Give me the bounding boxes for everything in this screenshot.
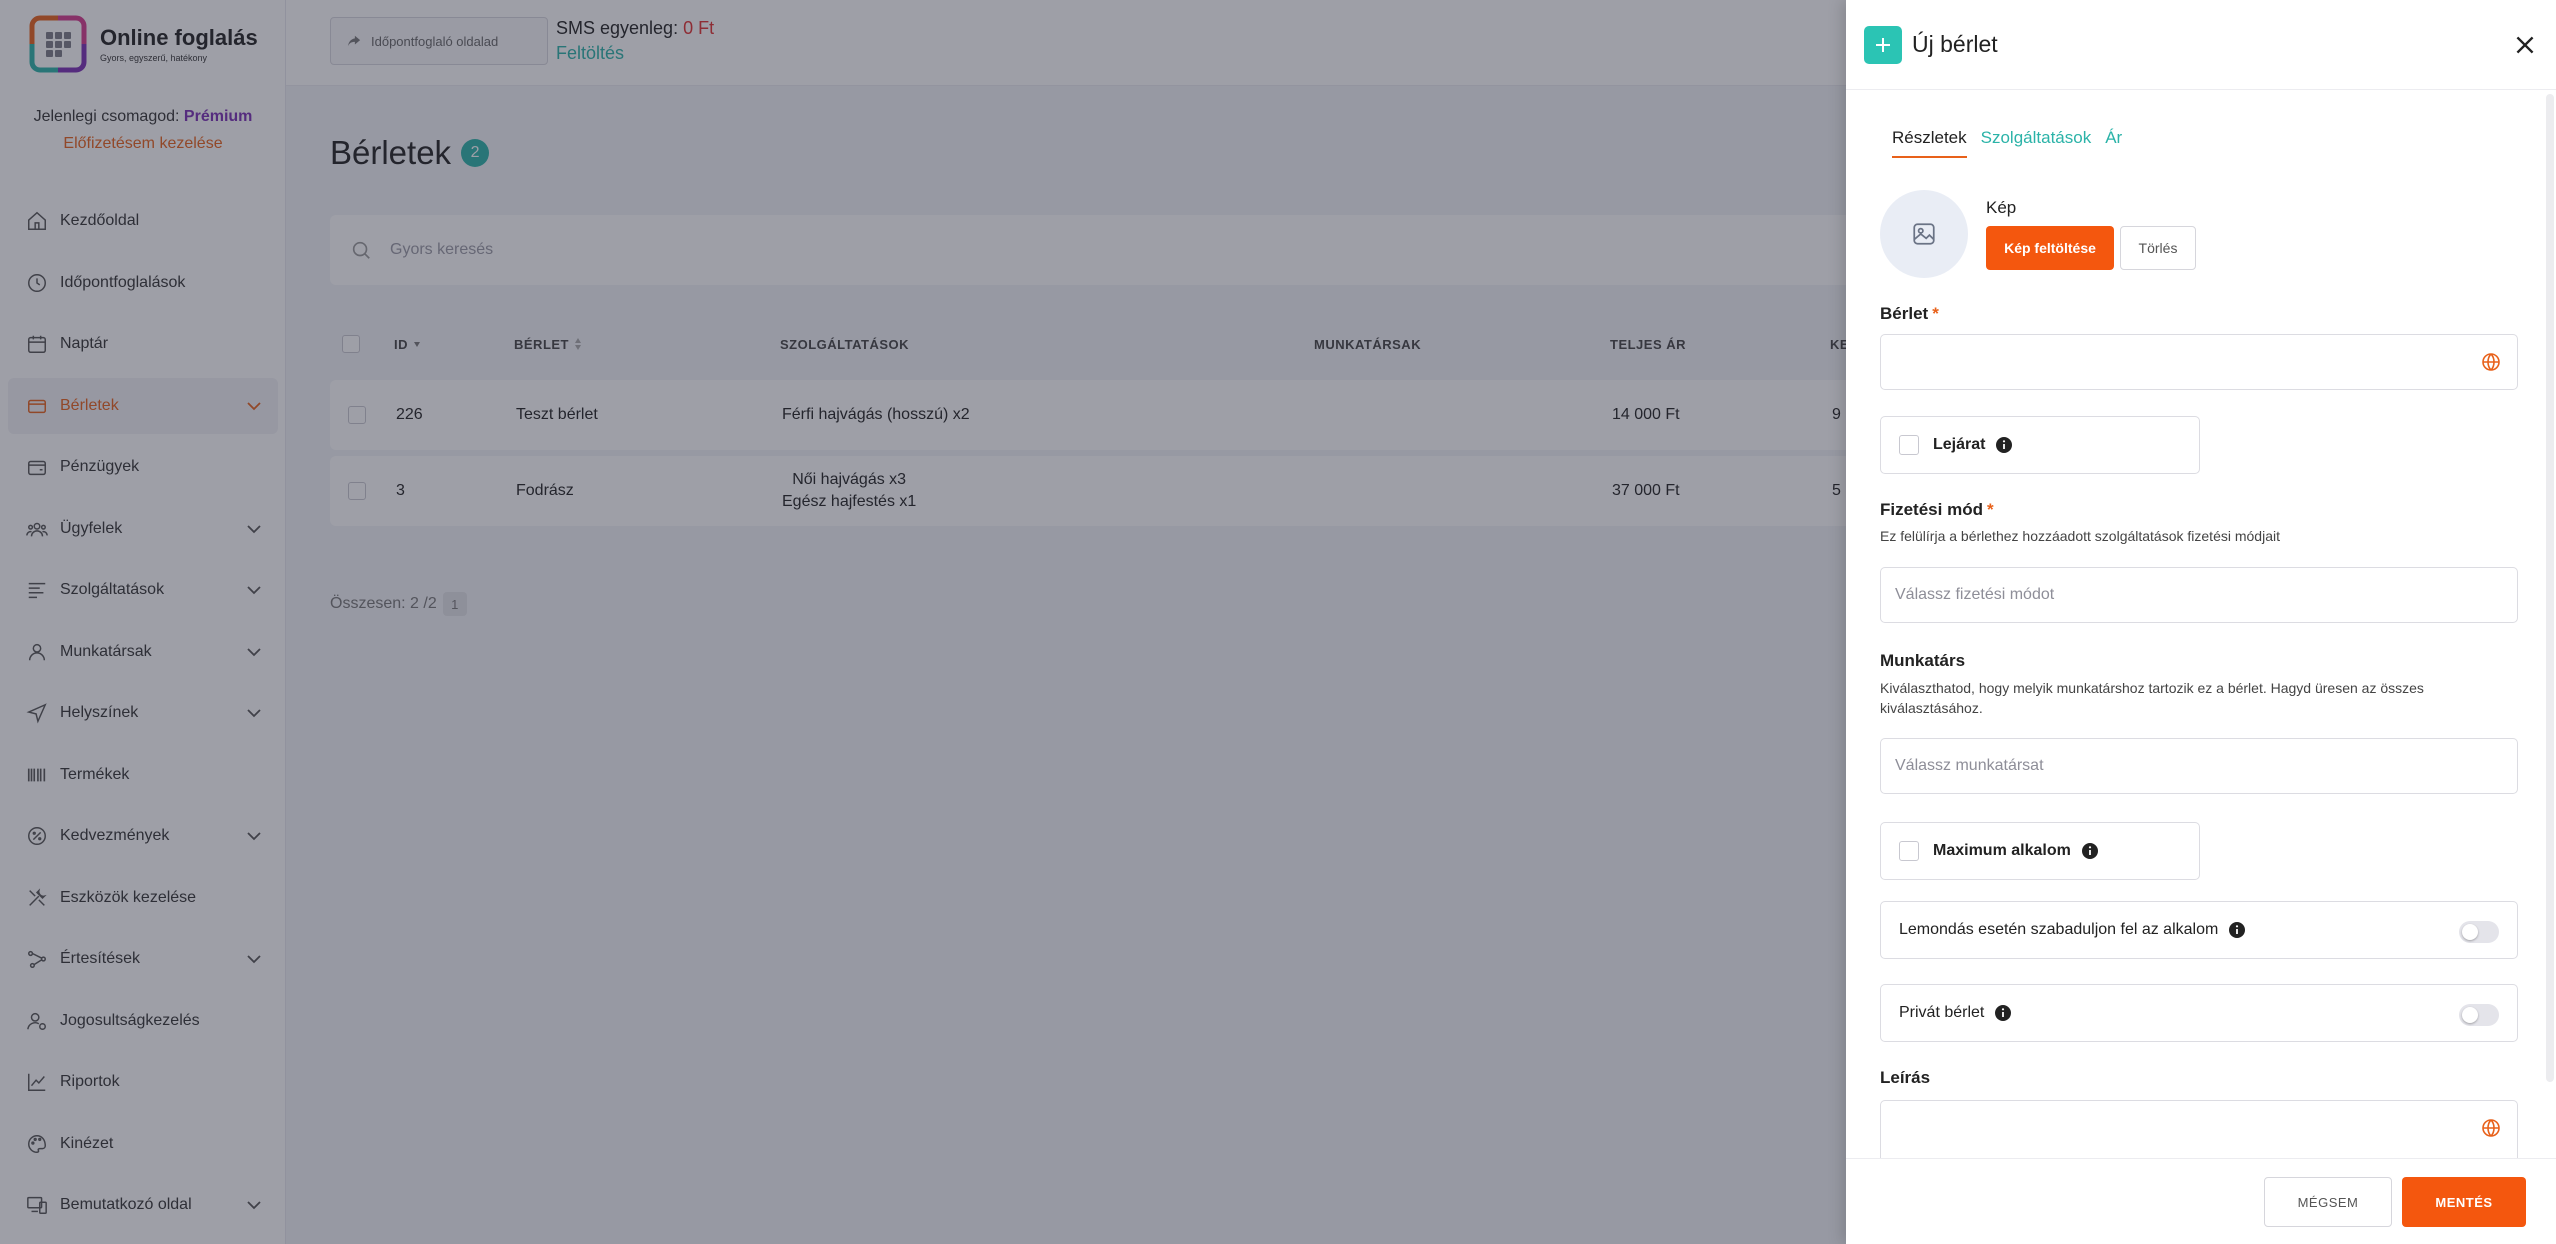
- cancel-free-label: Lemondás esetén szabaduljon fel az alkal…: [1899, 921, 2219, 938]
- drawer-title: Új bérlet: [1912, 31, 1998, 57]
- staff-select[interactable]: Válassz munkatársat: [1880, 738, 2518, 794]
- max-occasions-checkbox[interactable]: Maximum alkalom: [1880, 822, 2200, 880]
- drawer-tabs: Részletek Szolgáltatások Ár: [1892, 128, 2136, 158]
- private-pass-toggle-row: Privát bérlet: [1880, 984, 2518, 1042]
- globe-icon[interactable]: [2481, 352, 2501, 372]
- info-icon[interactable]: [1994, 1004, 2012, 1022]
- tab-services[interactable]: Szolgáltatások: [1981, 128, 2092, 158]
- cancel-button[interactable]: MÉGSEM: [2264, 1177, 2392, 1227]
- image-placeholder: [1880, 190, 1968, 278]
- required-mark: *: [1986, 500, 1994, 519]
- checkbox[interactable]: [1899, 435, 1919, 455]
- payment-method-select[interactable]: Válassz fizetési módot: [1880, 567, 2518, 623]
- required-mark: *: [1932, 304, 1939, 323]
- pass-name-label: Bérlet *: [1880, 304, 1939, 324]
- payment-method-help: Ez felülírja a bérlethez hozzáadott szol…: [1880, 528, 2280, 544]
- tab-details[interactable]: Részletek: [1892, 128, 1967, 158]
- upload-image-button[interactable]: Kép feltöltése: [1986, 226, 2114, 270]
- close-icon[interactable]: [2512, 32, 2538, 58]
- label-text: Bérlet: [1880, 304, 1929, 323]
- expiry-checkbox[interactable]: Lejárat: [1880, 416, 2200, 474]
- payment-method-label: Fizetési mód *: [1880, 500, 1994, 520]
- private-pass-toggle[interactable]: [2459, 1004, 2499, 1026]
- payment-method-placeholder: Válassz fizetési módot: [1895, 586, 2055, 603]
- drawer-footer: MÉGSEM MENTÉS: [1846, 1158, 2556, 1244]
- drawer-header: Új bérlet: [1846, 0, 2556, 90]
- plus-icon: [1864, 26, 1902, 64]
- save-button[interactable]: MENTÉS: [2402, 1177, 2526, 1227]
- pass-name-input[interactable]: [1880, 334, 2518, 390]
- private-pass-label: Privát bérlet: [1899, 1004, 1985, 1021]
- delete-image-button[interactable]: Törlés: [2120, 226, 2196, 270]
- staff-help: Kiválaszthatod, hogy melyik munkatárshoz…: [1880, 680, 2424, 716]
- globe-icon[interactable]: [2481, 1118, 2501, 1138]
- tab-price[interactable]: Ár: [2105, 128, 2122, 158]
- checkbox[interactable]: [1899, 841, 1919, 861]
- max-occasions-label: Maximum alkalom: [1933, 842, 2071, 859]
- label-text: Fizetési mód: [1880, 500, 1983, 519]
- drawer-body: Részletek Szolgáltatások Ár Kép Kép felt…: [1846, 90, 2556, 1158]
- new-pass-drawer: Új bérlet Részletek Szolgáltatások Ár Ké…: [1846, 0, 2556, 1244]
- image-label: Kép: [1986, 198, 2017, 217]
- staff-label: Munkatárs: [1880, 651, 1966, 670]
- scrollbar[interactable]: [2546, 94, 2554, 1082]
- description-label: Leírás: [1880, 1068, 1931, 1087]
- cancel-free-toggle-row: Lemondás esetén szabaduljon fel az alkal…: [1880, 901, 2518, 959]
- image-icon: [1913, 223, 1935, 245]
- staff-placeholder: Válassz munkatársat: [1895, 757, 2044, 774]
- info-icon[interactable]: [2228, 921, 2246, 939]
- expiry-label: Lejárat: [1933, 436, 1986, 453]
- info-icon[interactable]: [1995, 436, 2013, 454]
- description-input[interactable]: [1880, 1100, 2518, 1158]
- info-icon[interactable]: [2081, 842, 2099, 860]
- cancel-free-toggle[interactable]: [2459, 921, 2499, 943]
- modal-backdrop[interactable]: [0, 0, 1846, 1244]
